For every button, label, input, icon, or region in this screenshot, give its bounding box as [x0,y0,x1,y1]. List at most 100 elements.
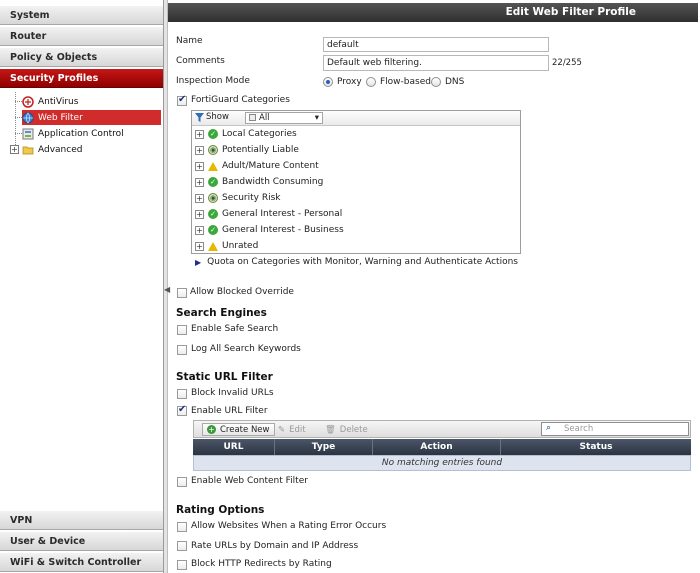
inspection-dns-radio[interactable] [431,77,441,87]
comments-char-count: 22/255 [552,58,582,68]
allow-icon: ✓ [208,225,218,235]
category-label: Adult/Mature Content [222,161,319,171]
search-icon: ⌕ [546,423,552,433]
allow-blocked-override-checkbox[interactable] [177,288,187,298]
block-redirects-checkbox[interactable] [177,560,187,570]
sidebar-item-web-filter[interactable]: Web Filter [22,110,161,125]
category-row-adult[interactable]: + Adult/Mature Content [192,158,520,174]
sidebar-item-application-control[interactable]: Application Control [22,126,162,141]
expand-icon[interactable]: + [195,129,204,139]
category-row-potentially-liable[interactable]: + ◉ Potentially Liable [192,142,520,158]
nav-system[interactable]: System [0,5,163,25]
expand-icon[interactable]: + [195,241,204,251]
sidebar: System Router Policy & Objects Security … [0,0,164,573]
block-invalid-urls-checkbox[interactable] [177,389,187,399]
sidebar-item-antivirus[interactable]: AntiVirus [22,94,162,109]
safe-search-label: Enable Safe Search [191,324,279,334]
category-label: General Interest - Personal [222,209,343,219]
show-select[interactable]: All ▾ [245,112,323,124]
create-new-button[interactable]: + Create New [202,423,275,436]
category-label: Bandwidth Consuming [222,177,324,187]
enable-url-filter-label: Enable URL Filter [191,406,268,416]
comments-textarea[interactable]: Default web filtering. [323,55,549,71]
collapse-arrow-icon: ▶ [195,257,202,267]
url-table-empty-message: No matching entries found [193,455,691,471]
name-input[interactable] [323,37,549,52]
nav-wifi-switch-controller[interactable]: WiFi & Switch Controller [0,552,163,572]
rating-options-heading: Rating Options [176,504,265,516]
expand-icon[interactable]: + [195,193,204,203]
inspection-proxy-radio[interactable] [323,77,333,87]
block-redirects-label: Block HTTP Redirects by Rating [191,559,332,569]
expand-icon[interactable]: + [195,177,204,187]
nav-vpn[interactable]: VPN [0,510,163,530]
nav-router[interactable]: Router [0,26,163,46]
rate-by-domain-checkbox[interactable] [177,541,187,551]
block-invalid-urls-label: Block Invalid URLs [191,388,274,398]
allow-icon: ✓ [208,129,218,139]
web-filter-icon [22,112,34,124]
column-type[interactable]: Type [275,439,373,455]
antivirus-icon [22,95,34,108]
category-label: Potentially Liable [222,145,299,155]
page-titlebar: Edit Web Filter Profile [168,3,698,22]
edit-button[interactable]: ✎ Edit [278,423,306,436]
sidebar-item-label: AntiVirus [38,96,79,107]
enable-url-filter-checkbox[interactable] [177,404,187,416]
category-row-security-risk[interactable]: + ◉ Security Risk [192,190,520,206]
allow-icon: ✓ [208,177,218,187]
trash-icon: 🗑 [325,424,336,435]
search-input[interactable]: ⌕ Search [541,422,689,436]
edit-label: Edit [289,424,306,435]
quota-label: Quota on Categories with Monitor, Warnin… [207,257,518,267]
search-engines-heading: Search Engines [176,307,267,319]
category-row-bandwidth[interactable]: + ✓ Bandwidth Consuming [192,174,520,190]
edit-icon: ✎ [278,424,286,435]
inspection-flow-label: Flow-based [380,77,431,87]
nav-policy-objects[interactable]: Policy & Objects [0,47,163,67]
show-select-value: All [259,113,270,123]
folder-icon [22,144,34,156]
fortiguard-label: FortiGuard Categories [191,95,290,105]
inspection-proxy-label: Proxy [337,77,362,87]
monitor-icon: ◉ [208,193,218,203]
rating-error-checkbox[interactable] [177,522,187,532]
category-row-unrated[interactable]: + Unrated [192,238,520,254]
category-label: Local Categories [222,129,297,139]
category-row-business[interactable]: + ✓ General Interest - Business [192,222,520,238]
log-keywords-label: Log All Search Keywords [191,344,301,354]
log-keywords-checkbox[interactable] [177,345,187,355]
column-status[interactable]: Status [501,439,691,455]
name-label: Name [176,36,203,46]
warning-icon [208,241,218,251]
expand-icon[interactable]: + [195,161,204,171]
url-table-header: URL Type Action Status [193,439,691,455]
expand-icon[interactable]: + [195,145,204,155]
comments-label: Comments [176,56,225,66]
static-url-heading: Static URL Filter [176,371,273,383]
safe-search-checkbox[interactable] [177,325,187,335]
warning-icon [208,161,218,171]
category-row-local[interactable]: + ✓ Local Categories [192,126,520,142]
category-row-personal[interactable]: + ✓ General Interest - Personal [192,206,520,222]
column-url[interactable]: URL [193,439,275,455]
show-label: Show [206,112,229,122]
expand-icon[interactable]: + [195,209,204,219]
column-action[interactable]: Action [373,439,501,455]
filter-icon [195,112,204,122]
fortiguard-checkbox[interactable] [177,94,187,106]
sidebar-item-advanced[interactable]: Advanced [22,142,162,157]
nav-user-device[interactable]: User & Device [0,531,163,551]
web-content-filter-checkbox[interactable] [177,477,187,487]
show-filter[interactable]: Show [195,112,229,122]
nav-security-profiles[interactable]: Security Profiles [0,68,163,88]
allow-blocked-override-label: Allow Blocked Override [190,287,294,297]
chevron-down-icon: ▾ [314,113,319,123]
category-label: General Interest - Business [222,225,344,235]
expand-advanced-toggle[interactable]: + [10,145,19,154]
monitor-icon: ◉ [208,145,218,155]
quota-toggle[interactable]: ▶ Quota on Categories with Monitor, Warn… [195,257,518,267]
delete-button[interactable]: 🗑 Delete [325,423,368,436]
inspection-flow-radio[interactable] [366,77,376,87]
expand-icon[interactable]: + [195,225,204,235]
